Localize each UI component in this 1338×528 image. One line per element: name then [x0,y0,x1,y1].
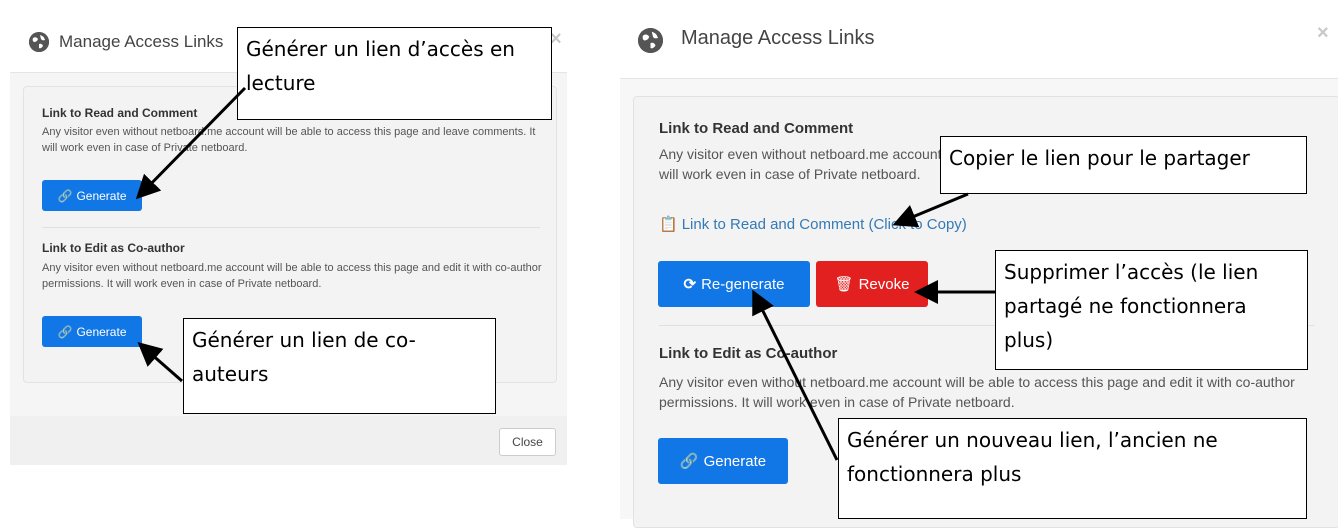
generate-coauthor-button[interactable]: 🔗 Generate [658,438,788,484]
read-section-title: Link to Read and Comment [42,106,198,120]
refresh-icon: ⟳ [683,276,697,293]
regenerate-button[interactable]: ⟳ Re-generate [658,261,810,307]
left-modal-footer: Close [10,416,567,465]
callout-generate-read: Générer un lien d’accès en lecture [237,27,552,120]
globe-icon [29,32,49,52]
generate-coauthor-button[interactable]: 🔗 Generate [42,316,142,347]
revoke-label: Revoke [858,275,910,293]
section-divider [42,227,540,228]
revoke-button[interactable]: 🗑 Revoke [816,261,928,307]
copy-link[interactable]: 📋 Link to Read and Comment (Click to Copy… [659,215,967,233]
read-section-title: Link to Read and Comment [659,120,854,137]
generate-coauthor-label: Generate [703,452,767,470]
callout-regenerate: Générer un nouveau lien, l’ancien ne fon… [838,418,1307,519]
edit-section-description: Any visitor even without netboard.me acc… [659,374,1295,411]
edit-section-title: Link to Edit as Co-author [42,241,185,255]
edit-section-description: Any visitor even without netboard.me acc… [42,262,542,290]
link-icon: 🔗 [57,324,73,339]
right-modal-header: Manage Access Links × [620,10,1338,79]
generate-read-label: Generate [76,188,127,203]
edit-section-title: Link to Edit as Co-author [659,345,838,362]
generate-read-button[interactable]: 🔗 Generate [42,180,142,211]
link-icon: 🔗 [57,188,73,203]
callout-copy-link: Copier le lien pour le partager [940,136,1307,194]
read-section-description: Any visitor even without netboard.me acc… [42,126,536,154]
callout-revoke: Supprimer l’accès (le lien partagé ne fo… [995,250,1308,370]
copy-link-label: Link to Read and Comment (Click to Copy) [681,216,967,233]
close-button[interactable]: Close [499,428,556,456]
globe-icon [638,28,663,53]
modal-title: Manage Access Links [681,27,875,49]
callout-generate-coauthor: Générer un lien de co-auteurs [183,318,496,414]
regenerate-label: Re-generate [701,275,785,293]
generate-coauthor-label: Generate [76,324,127,339]
link-icon: 🔗 [679,453,699,470]
trash-icon: 🗑 [834,276,854,293]
modal-title: Manage Access Links [59,32,224,51]
copy-icon: 📋 [659,216,678,233]
close-icon[interactable]: × [1317,22,1329,45]
